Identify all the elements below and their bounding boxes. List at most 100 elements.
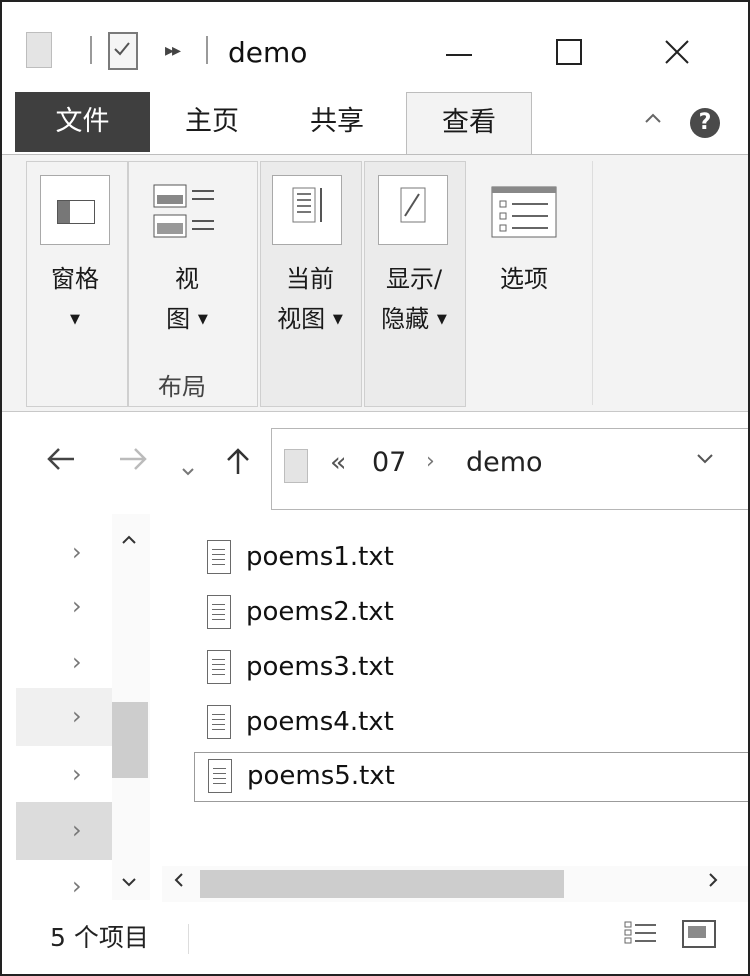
current-view-label-2: 视图 xyxy=(277,305,326,333)
show-hide-icon[interactable] xyxy=(378,175,448,245)
tree-item[interactable]: › xyxy=(16,858,112,900)
arrow-up-icon xyxy=(227,448,249,474)
text-file-icon xyxy=(207,650,231,684)
chevron-right-icon xyxy=(709,873,718,887)
item-count: 5 个项目 xyxy=(50,923,149,952)
show-hide-label-2: 隐藏 xyxy=(381,305,430,333)
dropdown-caret-icon: ▼ xyxy=(197,312,208,327)
maximize-button[interactable] xyxy=(542,27,596,77)
up-button[interactable] xyxy=(224,446,252,483)
back-button[interactable] xyxy=(46,446,76,479)
file-list: poems1.txt poems2.txt poems3.txt poems4.… xyxy=(156,514,748,860)
tree-item[interactable]: › xyxy=(16,746,112,804)
toolbar-divider xyxy=(90,36,92,64)
navigation-pane: › › › › › › › xyxy=(2,514,156,900)
tab-view[interactable]: 查看 xyxy=(406,92,532,155)
tree-item[interactable]: › xyxy=(16,524,112,582)
chevron-right-icon: › xyxy=(72,538,82,566)
navigation-bar: « 07 › demo xyxy=(2,412,748,512)
title-bar: ▸▸ demo xyxy=(2,2,748,92)
chevron-up-icon xyxy=(645,113,661,123)
arrow-right-icon xyxy=(120,448,147,470)
ribbon-divider xyxy=(592,161,593,405)
details-view-button[interactable] xyxy=(624,920,658,946)
tab-file[interactable]: 文件 xyxy=(15,92,150,152)
scroll-up-button[interactable] xyxy=(120,528,138,552)
text-file-icon xyxy=(207,595,231,629)
tree-item[interactable]: › xyxy=(16,578,112,636)
scroll-thumb[interactable] xyxy=(200,870,564,898)
chevron-right-icon: › xyxy=(72,648,82,676)
new-folder-check-icon[interactable] xyxy=(108,32,138,70)
arrow-left-icon xyxy=(47,448,74,470)
file-item[interactable]: poems2.txt xyxy=(194,589,748,637)
large-icons-view-button[interactable] xyxy=(682,920,716,948)
breadcrumb-demo[interactable]: demo xyxy=(466,447,543,478)
scroll-left-button[interactable] xyxy=(172,870,186,895)
panes-button[interactable]: 窗格 ▼ xyxy=(32,259,118,340)
customize-toolbar-icon[interactable]: ▸▸ xyxy=(165,40,181,61)
tab-share[interactable]: 共享 xyxy=(287,92,387,152)
nav-pane-scrollbar[interactable] xyxy=(112,514,150,900)
scroll-right-button[interactable] xyxy=(706,870,720,895)
dropdown-caret-icon: ▼ xyxy=(332,312,343,327)
collapse-ribbon-button[interactable] xyxy=(642,108,664,134)
minimize-button[interactable] xyxy=(432,27,486,77)
explorer-window: ▸▸ demo 文件 主页 共享 查看 ? 窗格 ▼ 视 图 ▼ 布局 当前 视… xyxy=(0,0,750,976)
file-name: poems2.txt xyxy=(246,597,394,627)
options-button[interactable]: 选项 xyxy=(482,259,566,299)
dropdown-caret-icon: ▼ xyxy=(70,312,80,327)
tree-item[interactable]: › xyxy=(16,688,112,746)
close-button[interactable] xyxy=(650,27,704,77)
tab-home[interactable]: 主页 xyxy=(162,92,262,152)
help-button[interactable]: ? xyxy=(690,108,720,138)
file-name: poems5.txt xyxy=(247,761,395,791)
layout-view-button[interactable]: 视 图 ▼ xyxy=(142,259,232,340)
file-item[interactable]: poems1.txt xyxy=(194,534,748,582)
close-icon xyxy=(665,40,689,64)
forward-button[interactable] xyxy=(118,446,148,479)
breadcrumb-overflow[interactable]: « xyxy=(330,447,347,478)
file-item-focused[interactable]: poems5.txt xyxy=(194,752,748,802)
tree-item[interactable]: › xyxy=(16,634,112,692)
tree-item-selected[interactable]: › xyxy=(16,802,112,860)
breadcrumb-07[interactable]: 07 xyxy=(372,447,406,478)
ribbon-panel: 窗格 ▼ 视 图 ▼ 布局 当前 视图 ▼ 显示/ 隐藏 ▼ 选项 xyxy=(2,154,748,412)
file-item[interactable]: poems4.txt xyxy=(194,699,748,747)
address-history-button[interactable] xyxy=(694,447,716,475)
file-item[interactable]: poems3.txt xyxy=(194,644,748,692)
current-view-button[interactable]: 当前 视图 ▼ xyxy=(264,259,356,340)
options-icon[interactable] xyxy=(490,185,560,245)
window-title: demo xyxy=(228,36,308,69)
scroll-thumb[interactable] xyxy=(112,702,148,778)
status-bar: 5 个项目 xyxy=(2,906,748,972)
ribbon-tabs: 文件 主页 共享 查看 ? xyxy=(2,92,748,155)
chevron-down-icon xyxy=(697,454,713,464)
chevron-right-icon: › xyxy=(72,872,82,900)
recent-locations-button[interactable] xyxy=(180,452,196,485)
status-divider xyxy=(188,924,189,954)
address-bar[interactable]: « 07 › demo xyxy=(271,428,748,510)
details-view-icon xyxy=(624,921,656,944)
layout-icon[interactable] xyxy=(152,183,222,247)
show-hide-label-1: 显示/ xyxy=(385,265,443,293)
chevron-down-icon xyxy=(122,878,136,887)
chevron-down-icon xyxy=(182,468,194,476)
chevron-right-icon: › xyxy=(72,592,82,620)
navigation-pane-icon[interactable] xyxy=(40,175,110,245)
horizontal-scrollbar[interactable] xyxy=(162,866,748,902)
chevron-up-icon xyxy=(122,535,136,544)
folder-icon xyxy=(284,449,308,483)
file-name: poems1.txt xyxy=(246,542,394,572)
show-hide-button[interactable]: 显示/ 隐藏 ▼ xyxy=(368,259,460,340)
text-file-icon xyxy=(207,705,231,739)
current-view-icon[interactable] xyxy=(272,175,342,245)
text-file-icon xyxy=(208,759,232,793)
chevron-right-icon: › xyxy=(72,760,82,788)
layout-group-label: 布局 xyxy=(158,373,206,401)
scroll-down-button[interactable] xyxy=(120,870,138,894)
chevron-right-icon: › xyxy=(72,816,82,844)
large-icons-view-icon xyxy=(688,926,706,938)
properties-icon[interactable] xyxy=(26,32,52,68)
panes-label: 窗格 xyxy=(51,265,99,293)
